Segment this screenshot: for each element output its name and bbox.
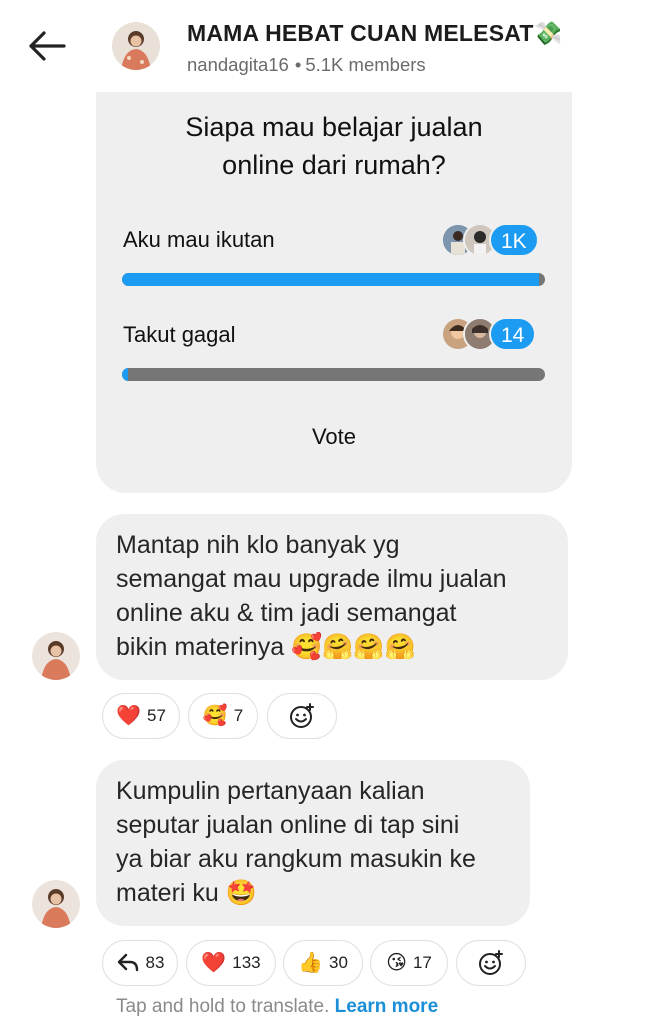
member-count[interactable]: 5.1K members — [305, 54, 425, 75]
message-line: bikin materinya 🥰🤗🤗🤗 — [116, 633, 416, 661]
face-blowing-kiss-icon: 😘 — [386, 952, 407, 974]
voter-avatars: 14 — [441, 317, 541, 351]
reply-arrow-icon — [117, 953, 138, 972]
reaction-heart[interactable]: ❤️ 133 — [186, 940, 276, 986]
poll-question-line-2: online dari rumah? — [222, 150, 446, 180]
heart-icon: ❤️ — [201, 952, 227, 974]
vote-count-badge[interactable]: 14 — [489, 317, 537, 351]
reply-count: 83 — [145, 953, 165, 972]
message-line: Mantap nih klo banyak yg — [116, 531, 400, 559]
reaction-count: 17 — [412, 953, 432, 972]
reaction-count: 30 — [328, 953, 348, 972]
poll-result-fill — [122, 273, 540, 286]
message-line: ya biar aku rangkum masukin ke — [116, 845, 476, 873]
poll-result-fill — [122, 368, 128, 381]
smiling-face-with-hearts-icon: 🥰 — [202, 705, 228, 727]
poll-result-bar — [122, 368, 545, 381]
message-line: materi ku 🤩 — [116, 879, 257, 907]
poll-card: Siapa mau belajar jualan online dari rum… — [96, 92, 572, 493]
back-arrow-icon[interactable] — [26, 28, 68, 64]
message-line: Kumpulin pertanyaan kalian — [116, 777, 425, 805]
reaction-count: 133 — [232, 953, 261, 972]
reply-count-button[interactable]: 83 — [102, 940, 178, 986]
poll-question-line-1: Siapa mau belajar jualan — [185, 112, 483, 142]
thumbs-up-icon: 👍 — [298, 952, 323, 974]
reaction-count: 57 — [146, 706, 166, 725]
message-line: semangat mau upgrade ilmu jualan — [116, 565, 507, 593]
poll-option-label[interactable]: Aku mau ikutan — [123, 227, 275, 253]
group-name[interactable]: MAMA HEBAT CUAN MELESAT💸 — [187, 20, 562, 47]
add-reaction-button[interactable] — [267, 693, 337, 739]
message-line: online aku & tim jadi semangat — [116, 599, 457, 627]
chat-header: MAMA HEBAT CUAN MELESAT💸 nandagita16 • 5.1… — [0, 0, 667, 92]
add-emoji-icon — [290, 703, 314, 728]
message-bubble[interactable]: Mantap nih klo banyak yg semangat mau up… — [96, 514, 568, 680]
reaction-heart[interactable]: ❤️ 57 — [102, 693, 180, 739]
sender-avatar[interactable] — [32, 632, 80, 680]
add-emoji-icon — [479, 950, 503, 975]
heart-icon: ❤️ — [116, 705, 141, 727]
reaction-blowing-kiss[interactable]: 😘 17 — [370, 940, 448, 986]
reaction-count: 7 — [233, 706, 244, 725]
vote-count-badge[interactable]: 1K — [489, 223, 539, 257]
message-bubble[interactable]: Kumpulin pertanyaan kalian seputar juala… — [96, 760, 530, 926]
voter-avatars: 1K — [441, 223, 541, 257]
poll-result-bar — [122, 273, 545, 286]
message-line: seputar jualan online di tap sini — [116, 811, 460, 839]
group-avatar[interactable] — [112, 22, 160, 70]
admin-username[interactable]: nandagita16 — [187, 54, 289, 75]
translate-hint: Tap and hold to translate. Learn more — [116, 996, 438, 1018]
separator-dot: • — [294, 54, 302, 75]
vote-button[interactable]: Vote — [96, 424, 572, 450]
translate-hint-text: Tap and hold to translate. — [116, 996, 330, 1017]
sender-avatar[interactable] — [32, 880, 80, 928]
add-reaction-button[interactable] — [456, 940, 526, 986]
poll-option-label[interactable]: Takut gagal — [123, 322, 236, 348]
reaction-thumbs-up[interactable]: 👍 30 — [283, 940, 363, 986]
group-subtitle: nandagita16 • 5.1K members — [187, 54, 426, 76]
reaction-smiling-hearts[interactable]: 🥰 7 — [188, 693, 258, 739]
learn-more-link[interactable]: Learn more — [335, 996, 438, 1017]
